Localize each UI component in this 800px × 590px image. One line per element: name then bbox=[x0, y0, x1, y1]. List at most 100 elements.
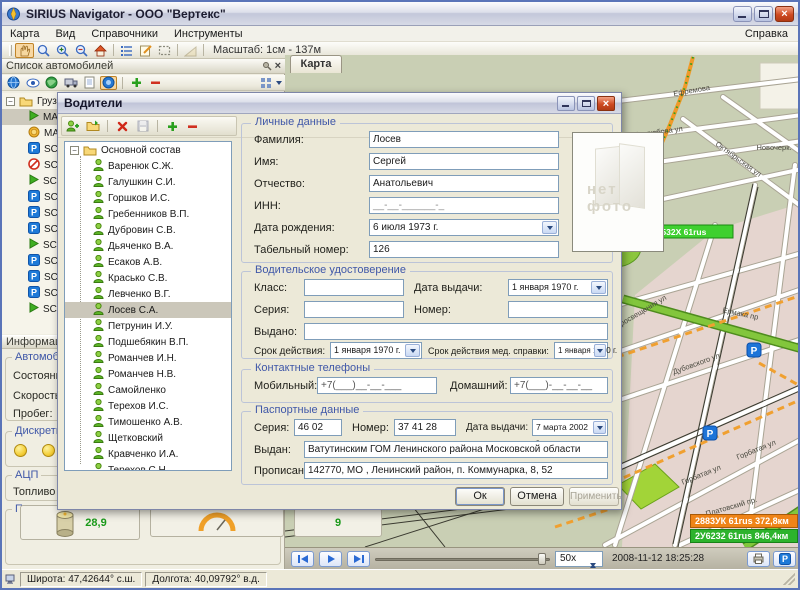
add-vehicle-button[interactable] bbox=[128, 76, 145, 90]
expand-icon[interactable]: − bbox=[70, 146, 79, 155]
cancel-button[interactable]: Отмена bbox=[510, 487, 564, 506]
license-valid-combo[interactable]: 1 января 1970 г. bbox=[330, 342, 422, 359]
menu-map[interactable]: Карта bbox=[2, 26, 47, 42]
delete-button[interactable] bbox=[114, 119, 131, 133]
combo-arrow-icon[interactable] bbox=[593, 421, 606, 434]
license-series-field[interactable] bbox=[304, 301, 404, 318]
birth-date-combo[interactable]: 6 июля 1973 г. bbox=[369, 219, 559, 236]
driver-tree-item[interactable]: Горшков И.С. bbox=[65, 190, 231, 206]
license-issue-combo[interactable]: 1 января 1970 г. bbox=[508, 279, 608, 296]
pin-icon[interactable] bbox=[262, 61, 272, 71]
grid-view-button[interactable] bbox=[257, 76, 274, 90]
passport-number-field[interactable]: 37 41 28 bbox=[394, 419, 456, 436]
edit-note-button[interactable] bbox=[136, 43, 155, 58]
license-number-field[interactable] bbox=[508, 301, 608, 318]
passport-issued-field[interactable]: Ватутинским ГОМ Ленинского района Москов… bbox=[304, 441, 608, 458]
minimize-button[interactable] bbox=[733, 6, 752, 22]
tab-map[interactable]: Карта bbox=[290, 55, 342, 73]
license-issued-field[interactable] bbox=[304, 323, 608, 340]
license-class-field[interactable] bbox=[304, 279, 404, 296]
home-phone-field[interactable]: +7(___)-__-__-__ bbox=[510, 377, 608, 394]
zoom-tool-button[interactable] bbox=[34, 43, 53, 58]
print-button[interactable] bbox=[747, 551, 770, 567]
follow-on-map-button[interactable] bbox=[100, 76, 117, 90]
select-region-button[interactable] bbox=[155, 43, 174, 58]
zoom-out-button[interactable] bbox=[72, 43, 91, 58]
combo-arrow-icon[interactable] bbox=[594, 344, 606, 357]
driver-tree-item[interactable]: Гребенников В.П. bbox=[65, 206, 231, 222]
driver-tree-item[interactable]: Романчев И.Н. bbox=[65, 350, 231, 366]
drivers-tree[interactable]: −Основной составВаренюк С.Ж.Галушкин С.И… bbox=[64, 141, 232, 471]
patronymic-field[interactable]: Анатольевич bbox=[369, 175, 559, 192]
combo-arrow-icon[interactable] bbox=[405, 344, 420, 357]
driver-tree-item[interactable]: Лосев С.А. bbox=[65, 302, 231, 318]
show-all-button[interactable] bbox=[5, 76, 22, 90]
track-globe-button[interactable] bbox=[43, 76, 60, 90]
expand-all-button[interactable] bbox=[164, 119, 181, 133]
measure-tool-button[interactable] bbox=[181, 43, 200, 58]
list-view-button[interactable] bbox=[117, 43, 136, 58]
playback-play-button[interactable] bbox=[319, 551, 342, 567]
driver-tree-item[interactable]: Терехов И.С. bbox=[65, 398, 231, 414]
driver-tree-item[interactable]: Петрунин И.У. bbox=[65, 318, 231, 334]
med-valid-combo[interactable]: 1 января 1970 г. bbox=[554, 342, 608, 359]
watch-vehicle-button[interactable] bbox=[24, 76, 41, 90]
driver-tree-item[interactable]: Подшебякин В.П. bbox=[65, 334, 231, 350]
speed-spinner[interactable]: 50x bbox=[555, 551, 603, 567]
menu-tools[interactable]: Инструменты bbox=[166, 26, 251, 42]
driver-tree-item[interactable]: Тимошенко А.В. bbox=[65, 414, 231, 430]
remove-vehicle-button[interactable] bbox=[147, 76, 164, 90]
driver-tree-item[interactable]: Терехов С.Н. bbox=[65, 462, 231, 471]
maximize-button[interactable] bbox=[754, 6, 773, 22]
playback-start-button[interactable] bbox=[291, 551, 314, 567]
pan-tool-button[interactable] bbox=[15, 43, 34, 58]
home-view-button[interactable] bbox=[91, 43, 110, 58]
timeline-slider[interactable] bbox=[375, 552, 550, 566]
ok-button[interactable]: Ок bbox=[455, 487, 505, 506]
combo-arrow-icon[interactable] bbox=[542, 221, 557, 234]
zoom-in-button[interactable] bbox=[53, 43, 72, 58]
passport-series-field[interactable]: 46 02 bbox=[294, 419, 342, 436]
drivers-group-row[interactable]: −Основной состав bbox=[65, 142, 231, 158]
close-button[interactable]: × bbox=[775, 6, 794, 22]
inn-field[interactable]: __-__-______-_ bbox=[369, 197, 559, 214]
menu-help[interactable]: Справка bbox=[735, 26, 798, 42]
driver-tree-item[interactable]: Дьяченко В.А. bbox=[65, 238, 231, 254]
dialog-title-bar[interactable]: Водители × bbox=[58, 93, 621, 114]
expand-icon[interactable]: − bbox=[6, 97, 15, 106]
menu-directories[interactable]: Справочники bbox=[83, 26, 166, 42]
parking-marker[interactable]: P bbox=[703, 426, 717, 440]
combo-arrow-icon[interactable] bbox=[591, 281, 606, 294]
driver-tree-item[interactable]: Самойленко bbox=[65, 382, 231, 398]
employee-number-field[interactable]: 126 bbox=[369, 241, 559, 258]
driver-tree-item[interactable]: Щетковский bbox=[65, 430, 231, 446]
vehicle-info-button[interactable] bbox=[62, 76, 79, 90]
driver-tree-item[interactable]: Дубровин С.В. bbox=[65, 222, 231, 238]
parking-report-button[interactable]: P bbox=[773, 551, 796, 567]
add-group-button[interactable] bbox=[84, 119, 101, 133]
parking-marker[interactable]: P bbox=[747, 343, 761, 357]
driver-tree-item[interactable]: Галушкин С.И. bbox=[65, 174, 231, 190]
driver-tree-item[interactable]: Романчев Н.В. bbox=[65, 366, 231, 382]
passport-issue-combo[interactable]: 7 марта 2002 г. bbox=[532, 419, 608, 436]
add-driver-button[interactable] bbox=[64, 119, 81, 133]
report-button[interactable] bbox=[81, 76, 98, 90]
dialog-minimize-button[interactable] bbox=[557, 96, 575, 111]
dialog-close-button[interactable]: × bbox=[597, 96, 615, 111]
playback-end-button[interactable] bbox=[347, 551, 370, 567]
driver-tree-item[interactable]: Варенюк С.Ж. bbox=[65, 158, 231, 174]
address-field[interactable]: 142770, МО , Ленинский район, п. Коммуна… bbox=[304, 462, 608, 479]
panel-close-icon[interactable]: × bbox=[275, 60, 281, 72]
driver-tree-item[interactable]: Красько С.В. bbox=[65, 270, 231, 286]
name-field[interactable]: Сергей bbox=[369, 153, 559, 170]
menu-view[interactable]: Вид bbox=[47, 26, 83, 42]
mobile-phone-field[interactable]: +7(___)__-__-___ bbox=[317, 377, 437, 394]
resize-grip[interactable] bbox=[783, 573, 795, 585]
dialog-maximize-button[interactable] bbox=[577, 96, 595, 111]
dropdown-arrow-icon[interactable] bbox=[276, 81, 282, 85]
save-button[interactable] bbox=[134, 119, 151, 133]
driver-tree-item[interactable]: Кравченко И.А. bbox=[65, 446, 231, 462]
slider-thumb[interactable] bbox=[538, 553, 546, 565]
driver-tree-item[interactable]: Левченко В.Г. bbox=[65, 286, 231, 302]
driver-tree-item[interactable]: Есаков А.В. bbox=[65, 254, 231, 270]
